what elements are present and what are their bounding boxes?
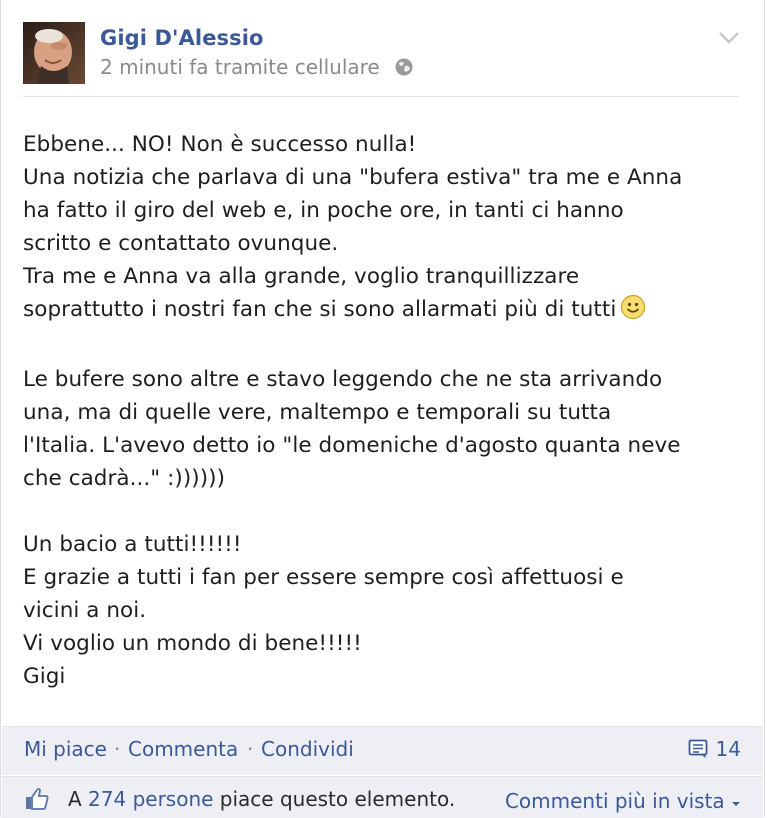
post-line: Le bufere sono altre e stavo leggendo ch… bbox=[23, 367, 663, 392]
caret-down-icon bbox=[732, 802, 740, 806]
post-line: l'Italia. L'avevo detto io "le domeniche… bbox=[23, 433, 681, 458]
post-line: che cadrà..." :)))))) bbox=[23, 466, 226, 491]
comment-sort-dropdown[interactable]: Commenti più in vista bbox=[505, 789, 741, 813]
post-line-text: soprattutto i nostri fan che si sono all… bbox=[23, 297, 617, 322]
smiley-icon bbox=[620, 294, 646, 330]
feed-post: Gigi D'Alessio 2 minuti fa tramite cellu… bbox=[0, 0, 765, 818]
action-separator: · bbox=[247, 737, 254, 761]
post-line: scritto e contattato ovunque. bbox=[23, 231, 339, 256]
likes-prefix: A bbox=[68, 787, 82, 811]
post-line: vicini a noi. bbox=[23, 598, 147, 623]
post-actions-bar: Mi piace · Commenta · Condividi 14 bbox=[2, 726, 763, 775]
comment-button[interactable]: Commenta bbox=[128, 737, 238, 761]
share-button[interactable]: Condividi bbox=[261, 737, 354, 761]
header-divider bbox=[23, 96, 739, 97]
likes-summary: A 274 persone piace questo elemento. bbox=[68, 787, 455, 811]
like-button[interactable]: Mi piace bbox=[24, 737, 107, 761]
thumbs-up-icon bbox=[24, 787, 50, 815]
post-line: Una notizia che parlava di una "bufera e… bbox=[23, 165, 683, 190]
post-header: Gigi D'Alessio 2 minuti fa tramite cellu… bbox=[23, 22, 744, 96]
comment-count[interactable]: 14 bbox=[688, 737, 741, 761]
likes-suffix: piace questo elemento. bbox=[219, 787, 456, 811]
chevron-down-icon[interactable] bbox=[718, 30, 740, 49]
author-avatar[interactable] bbox=[23, 22, 85, 84]
post-meta: 2 minuti fa tramite cellulare bbox=[100, 55, 414, 82]
comment-icon bbox=[688, 739, 707, 758]
post-line: Ebbene... NO! Non è successo nulla! bbox=[23, 132, 417, 157]
post-line: soprattutto i nostri fan che si sono all… bbox=[23, 293, 743, 330]
comment-sort-label: Commenti più in vista bbox=[504, 789, 725, 813]
action-separator: · bbox=[114, 737, 121, 761]
post-body: Ebbene... NO! Non è successo nulla! Una … bbox=[23, 128, 743, 693]
likes-count-link[interactable]: 274 persone bbox=[88, 787, 213, 811]
comment-count-value: 14 bbox=[715, 737, 741, 761]
post-timestamp[interactable]: 2 minuti fa tramite cellulare bbox=[100, 55, 380, 79]
post-line: Vi voglio un mondo di bene!!!!! bbox=[23, 631, 362, 656]
post-line: Gigi bbox=[23, 664, 66, 689]
post-line: Un bacio a tutti!!!!!! bbox=[23, 532, 242, 557]
post-line: E grazie a tutti i fan per essere sempre… bbox=[23, 565, 624, 590]
author-name[interactable]: Gigi D'Alessio bbox=[100, 26, 264, 50]
post-line: una, ma di quelle vere, maltempo e tempo… bbox=[23, 400, 612, 425]
globe-icon[interactable] bbox=[394, 57, 414, 82]
post-line: Tra me e Anna va alla grande, voglio tra… bbox=[23, 264, 580, 289]
post-line: ha fatto il giro del web e, in poche ore… bbox=[23, 198, 624, 223]
likes-bar: A 274 persone piace questo elemento. Com… bbox=[2, 776, 763, 818]
